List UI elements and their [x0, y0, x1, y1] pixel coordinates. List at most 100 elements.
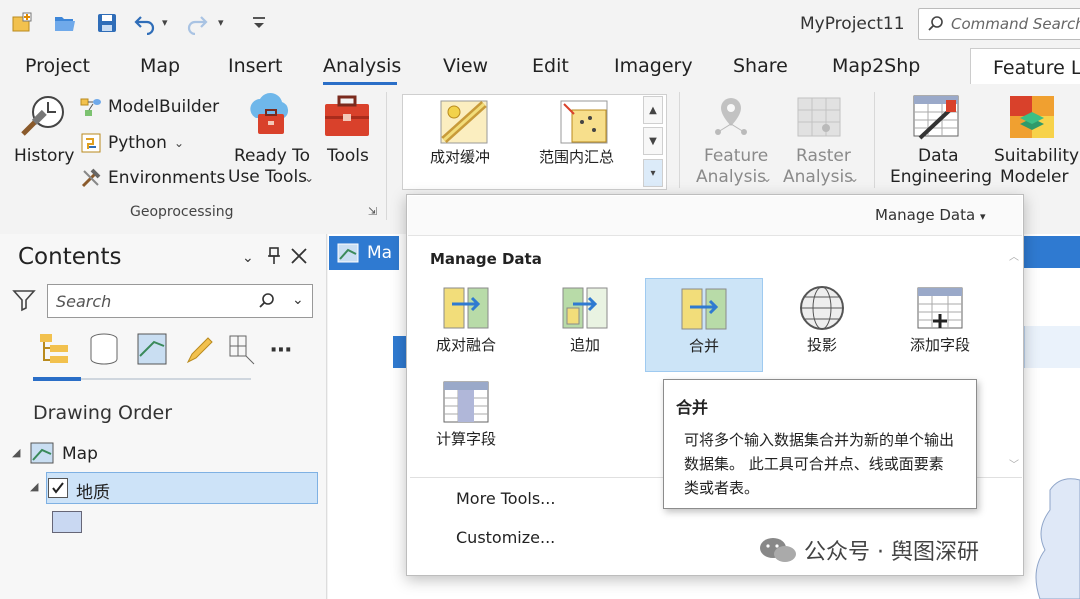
tab-analysis[interactable]: Analysis	[323, 55, 401, 77]
tool-label: 成对融合	[435, 336, 496, 354]
map-side-tab[interactable]	[393, 336, 407, 368]
save-icon[interactable]	[94, 10, 120, 36]
pairwise-buffer-button[interactable]: 成对缓冲	[430, 146, 490, 167]
data-engineering-line1[interactable]: Data	[918, 146, 959, 166]
search-options-chevron-icon[interactable]: ⌄	[292, 292, 304, 308]
selection-view-icon[interactable]	[136, 332, 168, 370]
map-node-label[interactable]: Map	[62, 444, 98, 464]
customize-menu-item[interactable]: Customize...	[456, 528, 555, 547]
python-icon	[80, 132, 102, 158]
ready-to-use-dropdown-icon[interactable]: ⌄	[304, 171, 314, 185]
tooltip-description: 可将多个输入数据集合并为新的单个输出数据集。 此工具可合并点、线或面要素类或者表…	[684, 431, 955, 497]
tool-project[interactable]: 投影	[763, 278, 881, 372]
undo-dropdown-icon[interactable]: ▾	[162, 16, 168, 29]
summarize-within-button[interactable]: 范围内汇总	[539, 146, 614, 167]
dropdown-scroll-up-icon[interactable]: ︿	[1009, 248, 1019, 263]
tool-append[interactable]: 追加	[526, 278, 644, 372]
filter-icon[interactable]	[12, 288, 36, 316]
map-tab-icon	[337, 243, 359, 267]
tools-button[interactable]: Tools	[327, 146, 369, 166]
gallery-scroll-up-button[interactable]: ▲	[643, 96, 663, 124]
tab-feature-layer[interactable]: Feature La	[970, 48, 1080, 84]
tab-imagery[interactable]: Imagery	[614, 55, 693, 77]
raster-analysis-line2[interactable]: Analysis	[783, 167, 853, 187]
gallery-scroll-down-button[interactable]: ▼	[643, 127, 663, 155]
map-tab-label: Ma	[367, 243, 393, 263]
search-icon[interactable]	[258, 292, 276, 314]
tool-calculate-field[interactable]: 计算字段	[407, 372, 525, 466]
gallery-expand-button[interactable]: ▾	[643, 159, 663, 187]
map-expand-icon[interactable]: ◢	[12, 446, 20, 459]
layer-visibility-checkbox[interactable]	[48, 478, 68, 498]
redo-dropdown-icon[interactable]: ▾	[218, 16, 224, 29]
active-tab-indicator	[323, 82, 397, 85]
project-title: MyProject11	[800, 14, 905, 34]
python-button[interactable]: Python	[108, 133, 167, 153]
undo-icon[interactable]	[132, 10, 158, 36]
ready-to-use-tools-line1[interactable]: Ready To	[234, 146, 310, 166]
pin-icon[interactable]	[266, 246, 282, 270]
tool-merge[interactable]: 合并	[645, 278, 763, 372]
modelbuilder-icon	[80, 96, 102, 122]
tab-project[interactable]: Project	[25, 55, 90, 77]
tool-label: 计算字段	[435, 430, 496, 448]
tool-add-field[interactable]: 添加字段	[881, 278, 999, 372]
suitability-modeler-line2[interactable]: Modeler	[1000, 167, 1069, 187]
category-filter-label: Manage Data	[875, 206, 976, 224]
merge-icon	[681, 288, 727, 330]
pairwise-dissolve-icon	[443, 287, 489, 329]
wechat-icon	[760, 538, 796, 562]
more-tools-menu-item[interactable]: More Tools...	[456, 489, 555, 508]
modelbuilder-button[interactable]: ModelBuilder	[108, 97, 219, 117]
ready-to-use-tools-line2[interactable]: Use Tools	[228, 167, 307, 187]
tab-view[interactable]: View	[443, 55, 488, 77]
layer-symbol-swatch[interactable]	[52, 511, 82, 533]
contents-search-placeholder: Search	[56, 291, 112, 311]
raster-analysis-dropdown-icon[interactable]: ⌄	[849, 171, 859, 185]
redo-icon[interactable]	[184, 10, 210, 36]
snapping-view-icon[interactable]	[228, 332, 256, 370]
ready-to-use-tools-icon	[246, 92, 296, 146]
suitability-modeler-line1[interactable]: Suitability	[994, 146, 1079, 166]
category-filter-button[interactable]: Manage Data ▾	[875, 206, 985, 224]
editing-view-icon[interactable]	[184, 332, 216, 370]
group-launcher-icon[interactable]: ⇲	[368, 205, 377, 218]
layer-name[interactable]: 地质	[76, 478, 110, 503]
feature-analysis-line1[interactable]: Feature	[704, 146, 768, 166]
python-dropdown-icon[interactable]: ⌄	[174, 136, 184, 150]
tool-label: 添加字段	[909, 336, 970, 354]
more-views-icon[interactable]: ⋯	[270, 338, 292, 363]
feature-analysis-line2[interactable]: Analysis	[696, 167, 766, 187]
watermark: 公众号 · 舆图深研	[758, 534, 979, 566]
history-button[interactable]: History	[14, 146, 74, 166]
add-field-icon	[917, 287, 963, 329]
dropdown-scroll-down-icon[interactable]: ﹀	[1009, 456, 1019, 471]
command-search-input[interactable]: Command Search	[918, 8, 1080, 40]
feature-analysis-dropdown-icon[interactable]: ⌄	[762, 171, 772, 185]
tab-edit[interactable]: Edit	[532, 55, 569, 77]
customize-toolbar-icon[interactable]	[246, 10, 272, 36]
ribbon-separator	[874, 92, 875, 188]
toolbox-icon	[322, 94, 372, 144]
data-source-view-icon[interactable]	[88, 332, 120, 370]
tab-insert[interactable]: Insert	[228, 55, 283, 77]
ribbon-separator	[386, 92, 387, 220]
close-icon[interactable]	[290, 247, 308, 269]
map-geology-polygon	[1035, 478, 1080, 599]
data-engineering-line2[interactable]: Engineering	[890, 167, 992, 187]
open-folder-icon[interactable]	[52, 10, 78, 36]
chevron-down-icon: ▾	[979, 210, 986, 223]
layer-expand-icon[interactable]: ◢	[30, 480, 38, 493]
tab-map2shp[interactable]: Map2Shp	[832, 55, 920, 77]
pairwise-buffer-icon	[440, 100, 488, 148]
map-tab-right[interactable]	[1020, 236, 1080, 268]
raster-analysis-line1[interactable]: Raster	[796, 146, 851, 166]
new-project-icon[interactable]	[10, 10, 36, 36]
tab-map[interactable]: Map	[140, 55, 180, 77]
tool-label: 合并	[688, 337, 719, 355]
pane-options-icon[interactable]: ⌄	[242, 250, 254, 266]
tab-share[interactable]: Share	[733, 55, 788, 77]
tool-pairwise-dissolve[interactable]: 成对融合	[407, 278, 525, 372]
environments-button[interactable]: Environments	[108, 168, 225, 188]
drawing-order-view-icon[interactable]	[38, 332, 74, 370]
